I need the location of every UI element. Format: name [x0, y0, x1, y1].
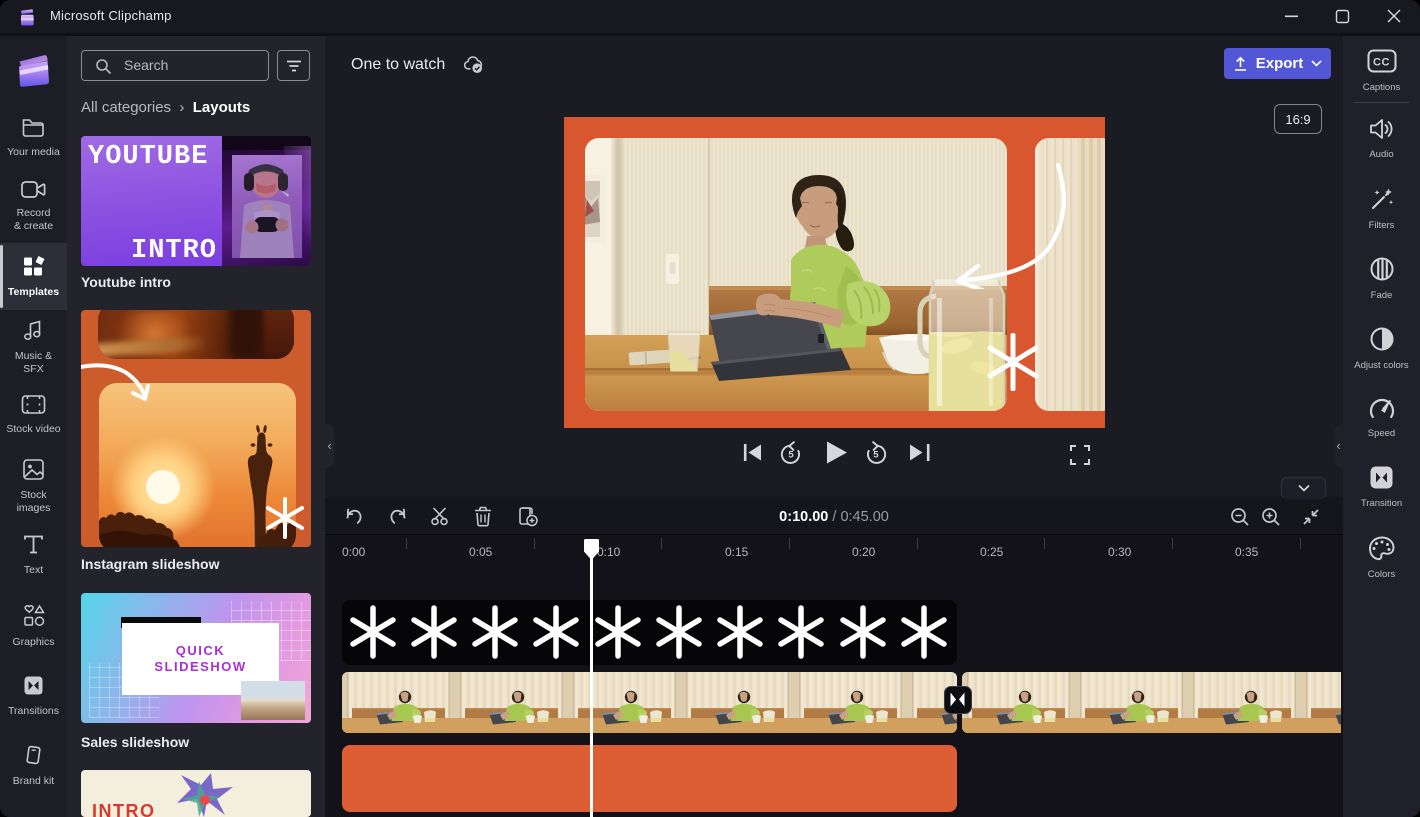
svg-text:CC: CC: [1373, 57, 1390, 69]
svg-text:5: 5: [873, 449, 879, 460]
svg-text:5: 5: [788, 449, 794, 460]
